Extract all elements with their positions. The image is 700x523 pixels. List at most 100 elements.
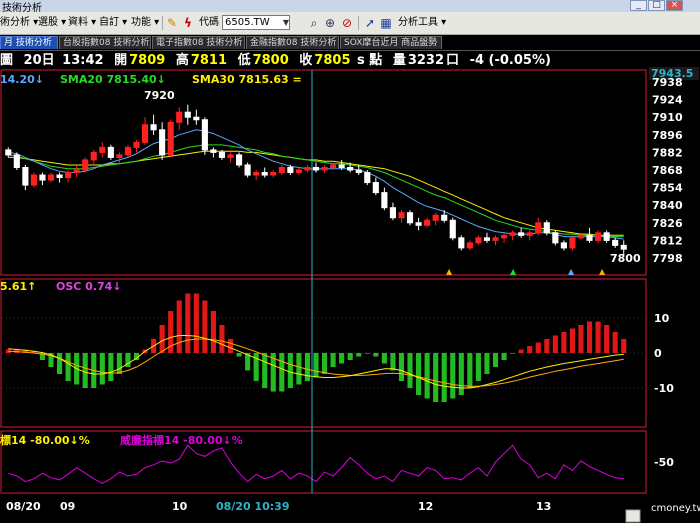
osc-bar bbox=[552, 335, 558, 353]
candle-body bbox=[73, 169, 80, 174]
candle-body bbox=[569, 237, 576, 249]
osc-bar bbox=[441, 353, 447, 402]
price-tick-label: 7840 bbox=[652, 199, 683, 212]
osc-bar bbox=[510, 353, 516, 354]
candle bbox=[278, 164, 285, 176]
osc-bar bbox=[56, 353, 63, 374]
candle bbox=[543, 220, 550, 236]
candle-body bbox=[381, 192, 388, 209]
osc-bar bbox=[484, 353, 490, 374]
candle bbox=[612, 237, 619, 248]
candle-body bbox=[278, 166, 285, 174]
candle bbox=[500, 232, 508, 243]
osc-bar bbox=[390, 353, 396, 371]
peak-label: 7920 bbox=[144, 89, 175, 102]
candle-body bbox=[415, 222, 422, 226]
osc-bar bbox=[595, 321, 601, 353]
osc-bar bbox=[219, 325, 225, 353]
candle-body bbox=[483, 237, 491, 241]
osc-bar bbox=[65, 353, 71, 381]
candle bbox=[475, 235, 482, 246]
candle-body bbox=[295, 169, 302, 174]
candle-body bbox=[184, 111, 191, 118]
osc-bar bbox=[193, 293, 199, 353]
osc-bar bbox=[330, 353, 336, 367]
osc-bar bbox=[586, 321, 593, 353]
candle bbox=[30, 172, 37, 188]
candle bbox=[389, 202, 396, 221]
candle-body bbox=[620, 244, 627, 250]
osc-bar bbox=[501, 353, 507, 360]
candle bbox=[236, 152, 243, 168]
signal-arrow: ▲ bbox=[510, 267, 517, 276]
candle-body bbox=[364, 172, 371, 184]
candle-body bbox=[355, 169, 362, 174]
osc-bar bbox=[287, 353, 293, 388]
candle-body bbox=[500, 234, 508, 239]
osc-bar bbox=[621, 339, 627, 353]
candle-body bbox=[466, 242, 473, 249]
candle-body bbox=[492, 237, 499, 241]
osc-bar bbox=[339, 353, 345, 364]
price-tick-label: 7938 bbox=[652, 76, 683, 89]
osc-bar bbox=[407, 353, 413, 388]
macd-tick-label: -10 bbox=[654, 382, 674, 395]
price-tick-label: 7798 bbox=[652, 252, 683, 265]
candle-body bbox=[99, 146, 106, 153]
osc-bar bbox=[176, 300, 182, 353]
candle-body bbox=[210, 149, 217, 153]
sma-a-line bbox=[8, 129, 624, 240]
osc-bar bbox=[236, 353, 242, 357]
candle bbox=[176, 107, 183, 130]
candle-body bbox=[253, 172, 260, 176]
signal-arrow: ▲ bbox=[599, 267, 606, 276]
candle bbox=[526, 230, 533, 241]
osc-bar bbox=[604, 325, 610, 353]
macd-tick-label: 0 bbox=[654, 347, 662, 360]
sma20-line bbox=[8, 144, 624, 238]
osc-bar bbox=[475, 353, 481, 381]
candle bbox=[201, 117, 208, 155]
candle bbox=[141, 117, 149, 145]
candle-body bbox=[312, 166, 320, 171]
candle bbox=[295, 167, 302, 176]
osc-bar bbox=[116, 353, 122, 374]
osc-bar bbox=[569, 328, 576, 353]
candle-body bbox=[236, 154, 243, 166]
candle-body bbox=[509, 232, 516, 236]
price-tick-label: 7896 bbox=[652, 129, 683, 142]
candle-body bbox=[30, 174, 37, 186]
candle bbox=[398, 210, 405, 223]
candle bbox=[124, 144, 132, 158]
candle-body bbox=[526, 232, 533, 236]
candle bbox=[466, 240, 473, 251]
candle-body bbox=[167, 121, 174, 156]
candle bbox=[5, 147, 12, 158]
candle bbox=[312, 162, 320, 173]
osc-bar bbox=[262, 353, 268, 388]
osc-bar bbox=[527, 346, 533, 353]
signal-arrow: ▲ bbox=[568, 267, 575, 276]
candle bbox=[535, 217, 542, 236]
candle bbox=[270, 170, 277, 178]
candle-body bbox=[65, 172, 72, 179]
osc-bar bbox=[416, 353, 422, 395]
scroll-handle bbox=[625, 509, 641, 523]
candle bbox=[99, 142, 106, 158]
candle bbox=[150, 114, 157, 135]
candle bbox=[432, 212, 439, 226]
candle bbox=[586, 227, 593, 243]
candle-body bbox=[321, 166, 328, 171]
candle-body bbox=[406, 212, 414, 224]
candle bbox=[13, 152, 20, 170]
candle-body bbox=[176, 111, 183, 123]
candle bbox=[569, 235, 576, 251]
candle bbox=[184, 104, 191, 125]
candle bbox=[552, 230, 559, 246]
osc-bar bbox=[347, 353, 353, 360]
osc-bar bbox=[210, 311, 216, 353]
candle bbox=[210, 147, 217, 158]
candle-body bbox=[124, 146, 132, 156]
candle bbox=[82, 157, 89, 173]
candle bbox=[73, 164, 80, 178]
